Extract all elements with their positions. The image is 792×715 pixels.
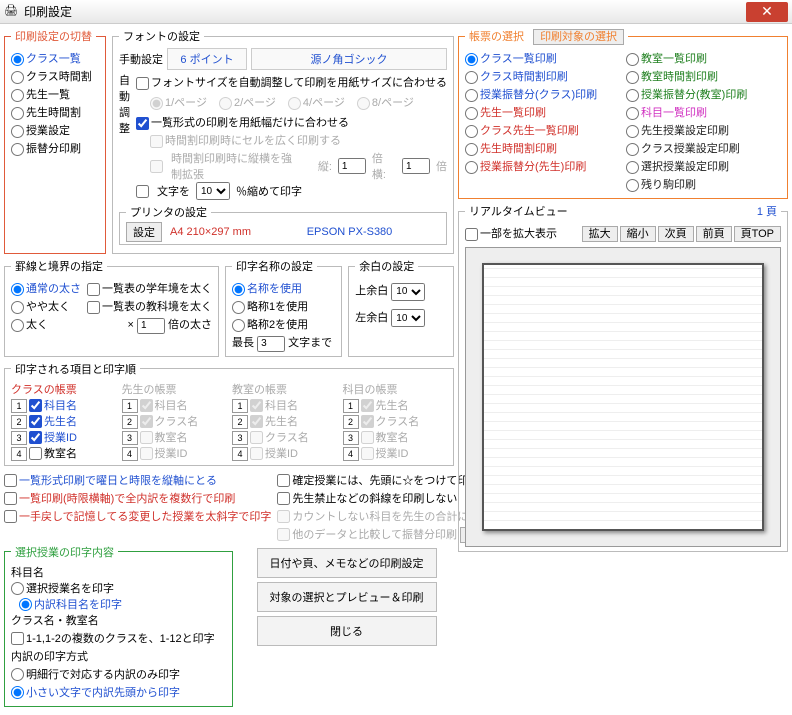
ord-0-0[interactable] — [29, 399, 42, 412]
top-margin-select[interactable]: 10 — [391, 283, 425, 301]
tg-r-2[interactable] — [626, 89, 639, 102]
tg-l-3[interactable] — [465, 107, 478, 120]
font-fieldset: フォントの設定 手動設定 6 ポイント 源ノ角ゴシック 自動調整 フォントサイズ… — [112, 28, 454, 254]
ord-0-1[interactable] — [29, 415, 42, 428]
border-opt-0[interactable] — [11, 283, 24, 296]
close-button[interactable]: ✕ — [746, 2, 788, 22]
font-size-display[interactable]: 6 ポイント — [167, 48, 247, 70]
border-fieldset: 罫線と境界の指定 通常の太さやや太く太く 一覧表の学年境を太く 一覧表の教科境を… — [4, 258, 219, 357]
tg-l-6[interactable] — [465, 161, 478, 174]
chk-b[interactable] — [4, 492, 17, 505]
zoom-check[interactable] — [465, 228, 478, 241]
ord-2-3 — [250, 447, 263, 460]
tg-r-1[interactable] — [626, 71, 639, 84]
ord-3-1 — [361, 415, 374, 428]
window-title: 印刷設定 — [24, 3, 746, 20]
ord-1-1 — [140, 415, 153, 428]
app-icon: 🖨 — [4, 4, 20, 20]
switch-5[interactable] — [11, 143, 24, 156]
tg-l-2[interactable] — [465, 89, 478, 102]
shrink-check[interactable] — [136, 185, 149, 198]
switch-fieldset: 印刷設定の切替 クラス一覧クラス時間割先生一覧先生時間割授業設定振替分印刷 — [4, 28, 106, 254]
select-target-button[interactable]: 印刷対象の選択 — [533, 29, 624, 45]
switch-3[interactable] — [11, 107, 24, 120]
switch-1[interactable] — [11, 71, 24, 84]
auto-fit-check[interactable] — [136, 77, 149, 90]
pv-btn-2[interactable]: 次頁 — [658, 226, 694, 242]
max-chars-input[interactable] — [257, 336, 285, 352]
tg-r-0[interactable] — [626, 53, 639, 66]
name-opt-1[interactable] — [232, 301, 245, 314]
chk-e[interactable] — [277, 492, 290, 505]
sel-fieldset: 選択授業の印字内容 科目名 選択授業名を印字 内訳科目名を印字 クラス名・教室名… — [4, 544, 233, 707]
border-opt-2[interactable] — [11, 319, 24, 332]
printer-fieldset: プリンタの設定 設定 A4 210×297 mm EPSON PX-S380 — [119, 204, 447, 245]
close-dialog-button[interactable]: 閉じる — [257, 616, 437, 646]
date-memo-button[interactable]: 日付や頁、メモなどの印刷設定 — [257, 548, 437, 578]
border-mult-input[interactable] — [137, 318, 165, 334]
switch-2[interactable] — [11, 89, 24, 102]
ord-0-3[interactable] — [29, 447, 42, 460]
ord-1-3 — [140, 447, 153, 460]
printer-settings-button[interactable]: 設定 — [126, 222, 162, 242]
opt-detail-line[interactable] — [11, 668, 24, 681]
tg-r-6[interactable] — [626, 161, 639, 174]
ord-1-0 — [140, 399, 153, 412]
preview-page — [482, 263, 765, 531]
border-opt-1[interactable] — [11, 301, 24, 314]
target-fieldset: 帳票の選択 印刷対象の選択 クラス一覧印刷クラス時間割印刷授業振替分(クラス)印… — [458, 28, 788, 199]
ord-1-2 — [140, 431, 153, 444]
font-name-display[interactable]: 源ノ角ゴシック — [251, 48, 447, 70]
order-fieldset: 印字される項目と印字順 クラスの帳票1科目名2先生名3授業ID4教室名先生の帳票… — [4, 361, 454, 466]
pv-btn-0[interactable]: 拡大 — [582, 226, 618, 242]
preview-print-button[interactable]: 対象の選択とプレビュー＆印刷 — [257, 582, 437, 612]
ord-3-0 — [361, 399, 374, 412]
chk-combine[interactable] — [11, 632, 24, 645]
opt-small-text[interactable] — [11, 686, 24, 699]
preview-fieldset: リアルタイムビュー 1 頁 一部を拡大表示 拡大縮小次頁前頁頁TOP — [458, 203, 788, 552]
thick-subj-check[interactable] — [87, 301, 100, 314]
pv-btn-1[interactable]: 縮小 — [620, 226, 656, 242]
ord-3-2 — [361, 431, 374, 444]
shrink-select[interactable]: 10 — [196, 182, 230, 200]
switch-4[interactable] — [11, 125, 24, 138]
name-opt-0[interactable] — [232, 283, 245, 296]
preview-area — [465, 247, 781, 547]
left-margin-select[interactable]: 10 — [391, 309, 425, 327]
tg-r-4[interactable] — [626, 125, 639, 138]
margin-fieldset: 余白の設定 上余白 10 左余白 10 — [348, 258, 454, 357]
ord-0-2[interactable] — [29, 431, 42, 444]
chk-d[interactable] — [277, 474, 290, 487]
ord-2-1 — [250, 415, 263, 428]
tg-l-0[interactable] — [465, 53, 478, 66]
ord-2-2 — [250, 431, 263, 444]
ord-2-0 — [250, 399, 263, 412]
pv-btn-4[interactable]: 頁TOP — [734, 226, 781, 242]
opt-sel-name[interactable] — [11, 582, 24, 595]
ord-3-3 — [361, 447, 374, 460]
opt-inner-name[interactable] — [19, 598, 32, 611]
tg-r-3[interactable] — [626, 107, 639, 120]
name-fieldset: 印字名称の設定 名称を使用略称1を使用略称2を使用 最長 文字まで — [225, 258, 342, 357]
chk-a[interactable] — [4, 474, 17, 487]
tg-l-1[interactable] — [465, 71, 478, 84]
thick-year-check[interactable] — [87, 283, 100, 296]
pv-btn-3[interactable]: 前頁 — [696, 226, 732, 242]
tg-r-7[interactable] — [626, 179, 639, 192]
tg-l-4[interactable] — [465, 125, 478, 138]
fit-width-check[interactable] — [136, 117, 149, 130]
titlebar: 🖨 印刷設定 ✕ — [0, 0, 792, 24]
tg-l-5[interactable] — [465, 143, 478, 156]
tg-r-5[interactable] — [626, 143, 639, 156]
chk-c[interactable] — [4, 510, 17, 523]
name-opt-2[interactable] — [232, 319, 245, 332]
switch-0[interactable] — [11, 53, 24, 66]
